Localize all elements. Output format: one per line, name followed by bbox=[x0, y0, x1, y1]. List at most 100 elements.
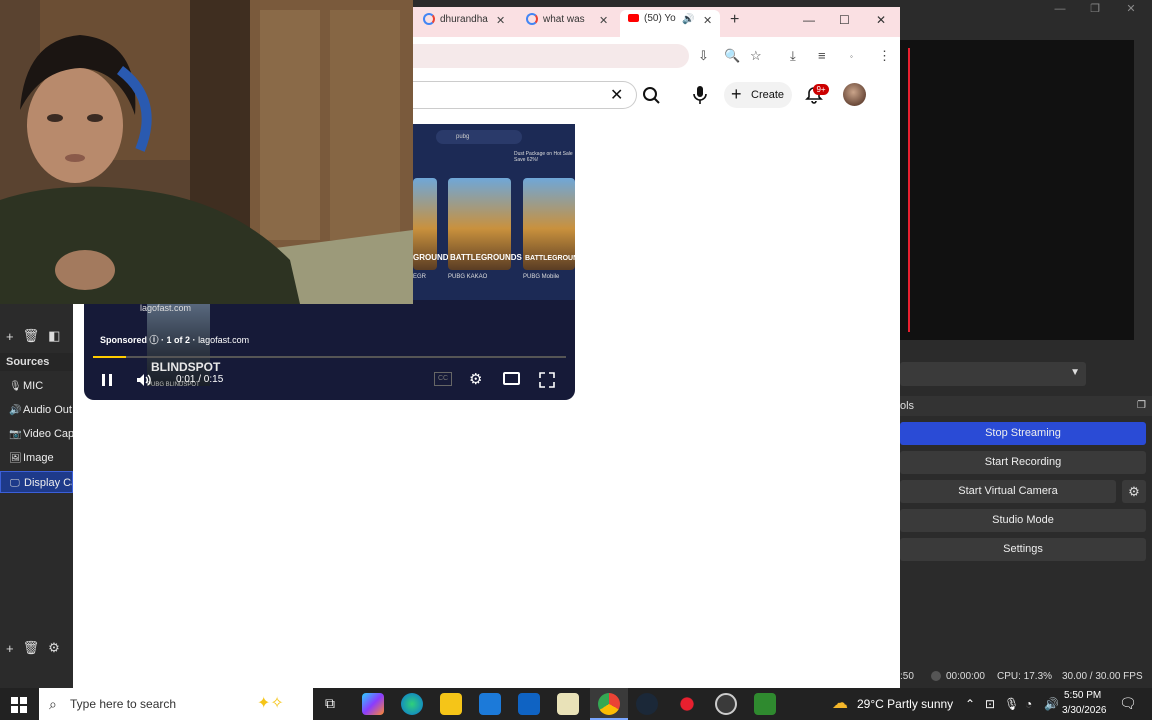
source-item-display-capture[interactable]: 🖵 Display Ca bbox=[0, 471, 73, 493]
fps-readout: 30.00 / 30.00 FPS bbox=[1062, 671, 1143, 682]
file-explorer-icon[interactable] bbox=[440, 693, 462, 715]
edge-icon[interactable] bbox=[401, 693, 423, 715]
game-name: EGR bbox=[413, 274, 427, 280]
filter-icon[interactable]: ◧ bbox=[48, 328, 60, 344]
search-button[interactable] bbox=[636, 81, 666, 109]
weather-text[interactable]: 29°C Partly sunny bbox=[857, 697, 953, 711]
extension-icon[interactable]: ◦ bbox=[850, 52, 853, 61]
wifi-icon[interactable]: ◔ bbox=[1025, 697, 1032, 711]
notes-icon[interactable] bbox=[557, 693, 579, 715]
search-placeholder: Type here to search bbox=[70, 697, 177, 711]
microphone-tray-icon[interactable]: 🎙 bbox=[1004, 697, 1019, 711]
menu-dots-icon[interactable]: ⋮ bbox=[878, 48, 891, 64]
trash-icon[interactable]: 🗑 bbox=[23, 328, 40, 344]
minimize-icon[interactable]: — bbox=[803, 13, 815, 27]
dock-float-icon[interactable]: ❐ bbox=[1137, 396, 1146, 416]
tab-dhurandha[interactable]: dhurandha bbox=[423, 13, 489, 31]
zoom-icon[interactable]: 🔍 bbox=[724, 48, 740, 64]
install-app-icon[interactable]: ⇩ bbox=[698, 48, 709, 64]
ad-domain[interactable]: lagofast.com bbox=[198, 335, 249, 345]
source-label: Audio Out bbox=[23, 404, 72, 416]
clear-search-icon[interactable]: ✕ bbox=[610, 85, 623, 105]
close-icon[interactable]: ✕ bbox=[599, 14, 608, 27]
obs-record-icon[interactable] bbox=[676, 693, 698, 715]
taskbar-search-input[interactable]: ⌕ Type here to search ✦✧ bbox=[39, 688, 313, 720]
obs-studio-icon[interactable] bbox=[715, 693, 737, 715]
webcam-feed-image bbox=[0, 0, 413, 304]
settings-button[interactable]: Settings bbox=[900, 538, 1146, 561]
scenes-toolbar: + 🗑 ◧ bbox=[0, 326, 73, 346]
source-label: Image bbox=[23, 452, 54, 464]
plus-icon: + bbox=[731, 84, 742, 104]
restore-icon[interactable]: ❐ bbox=[1080, 1, 1110, 17]
search-icon: ⌕ bbox=[49, 696, 57, 712]
studio-mode-button[interactable]: Studio Mode bbox=[900, 509, 1146, 532]
youtube-search-input[interactable]: ✕ bbox=[413, 81, 637, 109]
speaker-icon[interactable]: 🔊 bbox=[1044, 697, 1059, 711]
create-label: Create bbox=[751, 89, 785, 101]
address-bar[interactable] bbox=[413, 44, 689, 68]
mic-icon[interactable] bbox=[692, 85, 708, 105]
youtube-icon bbox=[628, 14, 639, 22]
add-icon[interactable]: + bbox=[6, 641, 14, 656]
chrome-icon[interactable] bbox=[598, 693, 620, 715]
bookmark-star-icon[interactable]: ☆ bbox=[750, 48, 762, 64]
close-icon[interactable]: ✕ bbox=[496, 14, 505, 27]
close-icon[interactable]: ✕ bbox=[1116, 1, 1146, 17]
info-icon[interactable]: ⓘ · bbox=[150, 335, 167, 345]
gear-icon[interactable]: ⚙ bbox=[469, 370, 482, 388]
sponsored-label: Sponsored bbox=[100, 335, 148, 345]
stop-streaming-button[interactable]: Stop Streaming bbox=[900, 422, 1146, 445]
gear-icon[interactable]: ⚙ bbox=[1122, 480, 1146, 503]
close-icon[interactable]: ✕ bbox=[703, 14, 712, 27]
source-label: Video Cap bbox=[23, 428, 73, 440]
controls-dock-title: ols bbox=[900, 400, 915, 412]
rec-time: 00:00:00 bbox=[946, 671, 985, 682]
gear-icon[interactable]: ⚙ bbox=[48, 640, 60, 656]
source-item-image[interactable]: 🖼Image bbox=[0, 447, 73, 469]
notification-center-icon[interactable]: 🗨 bbox=[1119, 695, 1137, 712]
avatar[interactable] bbox=[843, 83, 866, 106]
progress-track[interactable] bbox=[93, 356, 566, 358]
chevron-up-icon[interactable]: ⌃ bbox=[965, 697, 975, 711]
tab-youtube[interactable]: (50) Yo bbox=[628, 13, 684, 31]
obs-preview-canvas[interactable] bbox=[900, 40, 1134, 340]
microsoft-store-icon[interactable] bbox=[479, 693, 501, 715]
windows-start-icon[interactable] bbox=[11, 697, 27, 713]
outlook-icon[interactable] bbox=[518, 693, 540, 715]
start-recording-button[interactable]: Start Recording bbox=[900, 451, 1146, 474]
google-icon bbox=[526, 13, 538, 25]
source-item-audio-out[interactable]: 🔊 Audio Out bbox=[0, 399, 73, 421]
trash-icon[interactable]: 🗑 bbox=[23, 640, 40, 656]
add-icon[interactable]: + bbox=[6, 329, 14, 344]
captions-icon[interactable]: CC bbox=[434, 372, 452, 386]
task-view-icon[interactable]: ⧉ bbox=[325, 695, 335, 712]
volume-icon[interactable] bbox=[135, 371, 153, 389]
camera-tray-icon[interactable]: ⊡ bbox=[985, 697, 995, 711]
minimize-icon[interactable]: — bbox=[1045, 1, 1075, 17]
sources-toolbar: + 🗑 ⚙ bbox=[0, 638, 73, 658]
weather-icon: ☁ bbox=[832, 695, 848, 712]
maximize-icon[interactable]: ☐ bbox=[839, 13, 850, 27]
source-item-mic[interactable]: 🎙MIC bbox=[0, 375, 73, 397]
source-item-video-capture[interactable]: 📷 Video Cap bbox=[0, 423, 73, 445]
close-icon[interactable]: ✕ bbox=[876, 13, 886, 27]
copilot-icon[interactable] bbox=[362, 693, 384, 715]
new-tab-icon[interactable]: + bbox=[730, 11, 739, 29]
clock-time[interactable]: 5:50 PM bbox=[1064, 690, 1101, 701]
tab-what-was[interactable]: what was bbox=[526, 13, 592, 31]
fullscreen-icon[interactable] bbox=[539, 372, 555, 388]
download-icon[interactable]: ⤓ bbox=[790, 48, 796, 64]
search-icon bbox=[643, 87, 660, 104]
scene-dropdown[interactable]: ▼ bbox=[900, 362, 1086, 386]
clock-date[interactable]: 3/30/2026 bbox=[1062, 705, 1107, 716]
steam-icon[interactable] bbox=[636, 693, 658, 715]
pause-icon[interactable] bbox=[100, 372, 114, 388]
green-app-icon[interactable] bbox=[754, 693, 776, 715]
start-virtual-camera-button[interactable]: Start Virtual Camera bbox=[900, 480, 1116, 503]
ad-domain-top: lagofast.com bbox=[140, 303, 192, 313]
media-queue-icon[interactable]: ≡ bbox=[818, 48, 826, 63]
progress-fill bbox=[93, 356, 127, 358]
speaker-icon[interactable]: 🔊 bbox=[682, 14, 694, 25]
theater-mode-icon[interactable] bbox=[503, 372, 520, 385]
